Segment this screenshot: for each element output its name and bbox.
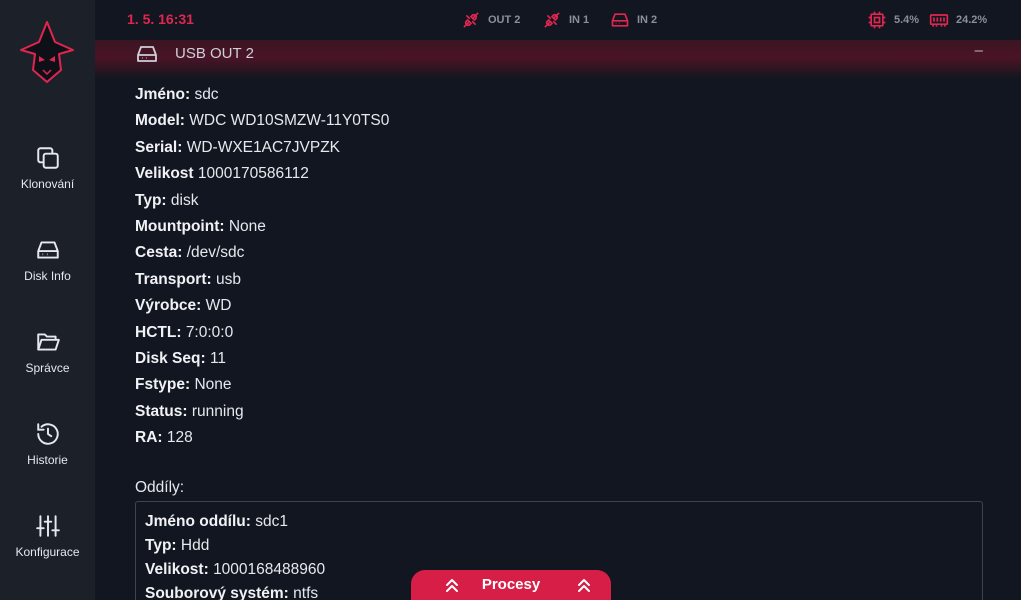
partition-row: Souborový systém: ntfs xyxy=(145,583,325,600)
sidebar-item-spravce[interactable]: Správce xyxy=(0,329,95,399)
field-key: Fstype: xyxy=(135,376,191,394)
field-key: Cesta: xyxy=(135,244,183,262)
partition-row: Velikost: 1000168488960 xyxy=(145,559,325,583)
sidebar-item-label: Konfigurace xyxy=(15,545,80,559)
cpu-usage: 5.4% xyxy=(866,10,919,30)
hooded-mask-logo xyxy=(20,21,74,83)
field-key: Disk Seq: xyxy=(135,349,206,367)
hard-drive-icon xyxy=(137,46,157,62)
cpu-icon xyxy=(868,11,886,29)
sliders-icon xyxy=(35,515,60,537)
field-value: 1000170586112 xyxy=(197,165,309,183)
hard-drive-icon xyxy=(611,13,629,27)
usb-unplugged-icon xyxy=(544,12,560,28)
field-key: Serial: xyxy=(135,138,183,156)
processes-button[interactable]: Procesy xyxy=(411,570,611,600)
field-key: Mountpoint: xyxy=(135,217,225,235)
status-label: IN 1 xyxy=(569,14,590,26)
field-value: WD xyxy=(205,297,232,315)
status-usb-in-1: IN 1 xyxy=(541,10,589,30)
field-value: 128 xyxy=(166,429,193,447)
field-value: None xyxy=(194,376,232,394)
disk-info-list: Jméno: sdc Model: WDC WD10SMZW-11Y0TS0 S… xyxy=(135,84,389,453)
field-value: disk xyxy=(170,191,199,209)
copy-icon xyxy=(36,147,59,169)
field-value: WDC WD10SMZW-11Y0TS0 xyxy=(189,112,390,130)
field-value: usb xyxy=(215,270,241,288)
chevrons-up-icon xyxy=(578,579,590,592)
field-key: Typ: xyxy=(145,537,177,554)
field-key: Transport: xyxy=(135,270,212,288)
hard-drive-icon xyxy=(36,241,59,259)
field-key: Jméno oddílu: xyxy=(145,513,251,530)
field-value: Hdd xyxy=(180,537,210,554)
status-disk-in-2: IN 2 xyxy=(609,10,657,30)
collapse-button[interactable]: – xyxy=(975,42,983,59)
field-value: running xyxy=(191,402,244,420)
sidebar-item-klonovani[interactable]: Klonování xyxy=(0,145,95,215)
sidebar-item-label: Historie xyxy=(27,453,68,467)
field-key: Velikost: xyxy=(145,561,209,578)
info-row: Mountpoint: None xyxy=(135,216,389,242)
sidebar: Klonování Disk Info Správce Historie Kon… xyxy=(0,0,95,600)
partition-row: Jméno oddílu: sdc1 xyxy=(145,511,325,535)
info-row: Fstype: None xyxy=(135,374,389,400)
info-row: Cesta: /dev/sdc xyxy=(135,242,389,268)
field-key: Model: xyxy=(135,112,185,130)
sidebar-item-historie[interactable]: Historie xyxy=(0,421,95,491)
info-row: Výrobce: WD xyxy=(135,295,389,321)
field-key: HCTL: xyxy=(135,323,182,341)
field-key: Status: xyxy=(135,402,188,420)
field-key: RA: xyxy=(135,429,163,447)
partition-row: Typ: Hdd xyxy=(145,535,325,559)
field-value: 11 xyxy=(209,349,227,367)
info-row: Serial: WD-WXE1AC7JVPZK xyxy=(135,137,389,163)
sidebar-item-disk-info[interactable]: Disk Info xyxy=(0,237,95,307)
status-usb-out-2: OUT 2 xyxy=(460,10,520,30)
status-label: IN 2 xyxy=(637,14,658,26)
field-value: 7:0:0:0 xyxy=(185,323,234,341)
ram-usage: 24.2% xyxy=(928,10,987,30)
panel-title: USB OUT 2 xyxy=(175,45,254,62)
info-row: Typ: disk xyxy=(135,190,389,216)
chevrons-up-icon xyxy=(446,579,458,592)
field-value: None xyxy=(228,217,266,235)
field-value: WD-WXE1AC7JVPZK xyxy=(186,138,341,156)
field-key: Jméno: xyxy=(135,86,191,103)
info-row: Disk Seq: 11 xyxy=(135,348,389,374)
info-row: Model: WDC WD10SMZW-11Y0TS0 xyxy=(135,110,389,136)
sidebar-item-label: Disk Info xyxy=(24,269,71,283)
status-label: OUT 2 xyxy=(488,14,521,26)
field-value: /dev/sdc xyxy=(186,244,245,262)
field-value: sdc xyxy=(194,86,219,103)
field-key: Výrobce: xyxy=(135,297,202,315)
info-row: RA: 128 xyxy=(135,427,389,453)
field-key: Velikost xyxy=(135,165,194,183)
usb-unplugged-icon xyxy=(463,12,479,28)
sidebar-item-label: Klonování xyxy=(20,177,75,191)
sidebar-item-label: Správce xyxy=(25,361,70,375)
info-row: Status: running xyxy=(135,401,389,427)
memory-icon xyxy=(929,14,949,27)
cpu-value: 5.4% xyxy=(894,14,920,26)
info-row: Velikost 1000170586112 xyxy=(135,163,389,189)
field-value: ntfs xyxy=(293,585,319,600)
partitions-label: Oddíly: xyxy=(135,479,185,496)
info-row: Transport: usb xyxy=(135,269,389,295)
info-row: Jméno: sdc xyxy=(135,84,389,110)
field-value: 1000168488960 xyxy=(213,561,326,578)
sidebar-item-konfigurace[interactable]: Konfigurace xyxy=(0,513,95,583)
panel-header[interactable]: USB OUT 2 – xyxy=(95,40,1021,78)
processes-label: Procesy xyxy=(481,576,541,593)
ram-value: 24.2% xyxy=(956,14,988,26)
info-row: HCTL: 7:0:0:0 xyxy=(135,322,389,348)
folder-open-icon xyxy=(36,333,60,351)
clock: 1. 5. 16:31 xyxy=(127,11,194,27)
top-status-bar: 1. 5. 16:31 OUT 2 IN 1 IN 2 5.4% 24.2% xyxy=(95,0,1021,40)
field-key: Typ: xyxy=(135,191,167,209)
field-value: sdc1 xyxy=(255,513,288,530)
field-key: Souborový systém: xyxy=(145,585,289,600)
history-icon xyxy=(36,423,59,445)
